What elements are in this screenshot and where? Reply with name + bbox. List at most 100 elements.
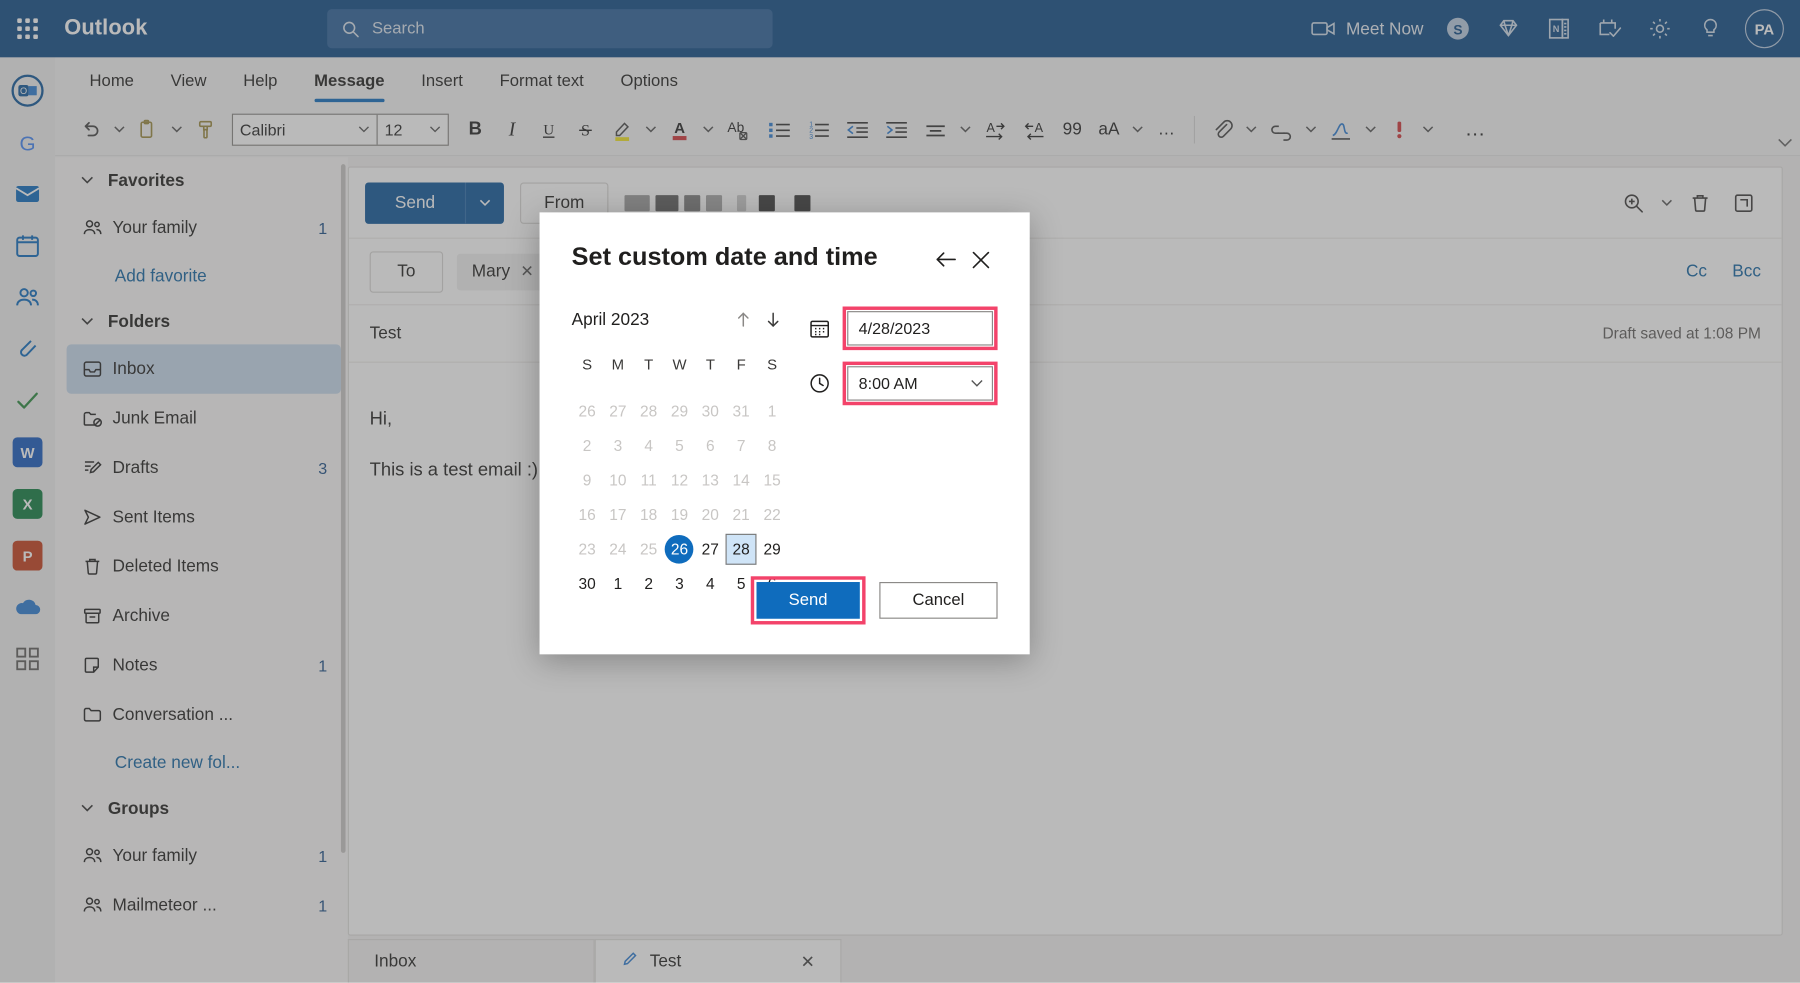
- calendar-day: 12: [664, 463, 695, 497]
- time-select[interactable]: 8:00 AM: [847, 366, 993, 401]
- calendar-day: 31: [726, 394, 757, 428]
- calendar-day-label: 26: [578, 402, 596, 420]
- calendar-day: 5: [664, 428, 695, 462]
- calendar-day-grid: 26 27 28 29 30 31 1 2 3 4 5 6 7 8 9 10 11 12 13 14 15 16 17 18 1…: [572, 394, 788, 601]
- calendar-month-label[interactable]: April 2023: [572, 309, 728, 329]
- calendar-day[interactable]: 26: [664, 532, 695, 566]
- calendar-day-label: 6: [705, 436, 715, 455]
- dialog-send-button[interactable]: Send: [756, 582, 860, 619]
- weekday-label: M: [611, 355, 625, 373]
- calendar-day-label: 23: [578, 540, 596, 558]
- dialog-close-button[interactable]: [963, 242, 997, 276]
- calendar-day-label: 27: [701, 540, 719, 558]
- calendar-day: 10: [602, 463, 633, 497]
- calendar-day: 16: [572, 497, 603, 531]
- calendar-day: 3: [602, 428, 633, 462]
- calendar-day: 4: [633, 428, 664, 462]
- dialog-back-button[interactable]: [929, 242, 963, 276]
- calendar-day[interactable]: 29: [757, 532, 788, 566]
- arrow-down-icon: [767, 312, 778, 327]
- calendar-day-label: 17: [609, 505, 627, 523]
- calendar-day: 13: [695, 463, 726, 497]
- calendar-day-label: 28: [640, 402, 658, 420]
- calendar-day[interactable]: 28: [725, 532, 757, 566]
- calendar-day-label: 29: [670, 402, 689, 420]
- calendar-day-label: 7: [736, 436, 746, 455]
- calendar-day-label: 16: [578, 505, 596, 523]
- calendar-day-label: 18: [640, 505, 658, 523]
- calendar-day[interactable]: 1: [602, 566, 633, 600]
- calendar-day: 22: [757, 497, 788, 531]
- calendar-day-label: 15: [763, 471, 781, 489]
- set-custom-date-time-dialog: Set custom date and time April 2023 S M …: [539, 212, 1030, 655]
- date-field-row: 4/28/2023: [808, 306, 998, 351]
- weekday-label: W: [672, 355, 687, 373]
- calendar-day-label: 4: [705, 574, 715, 592]
- back-arrow-icon: [936, 252, 956, 267]
- weekday-label: T: [644, 355, 654, 373]
- dialog-header: Set custom date and time: [572, 242, 998, 276]
- calendar-day-label: 2: [644, 574, 653, 592]
- calendar-day: 2: [572, 428, 603, 462]
- date-time-fields: 4/28/2023 8:00 AM: [808, 304, 998, 600]
- calendar-day-label: 1: [767, 402, 777, 420]
- calendar-day: 1: [757, 394, 788, 428]
- calendar-day-label: 14: [732, 471, 750, 489]
- weekday-label: S: [767, 355, 778, 373]
- calendar-next-month-button[interactable]: [758, 304, 788, 334]
- calendar-day: 27: [602, 394, 633, 428]
- time-field-row: 8:00 AM: [808, 361, 998, 406]
- calendar-day-label: 21: [732, 505, 750, 523]
- date-picker-calendar: April 2023 S M T W T F S 26 27 28 29 30 …: [572, 304, 788, 600]
- calendar-day-label: 22: [763, 505, 781, 523]
- calendar-day: 14: [726, 463, 757, 497]
- date-field-highlight: 4/28/2023: [842, 306, 998, 351]
- calendar-prev-month-button[interactable]: [728, 304, 758, 334]
- close-icon: [972, 251, 989, 268]
- chevron-down-icon: [971, 380, 983, 387]
- calendar-day-label: 4: [644, 436, 653, 455]
- calendar-day: 19: [664, 497, 695, 531]
- weekday-label: S: [582, 355, 593, 373]
- calendar-day-label: 28: [725, 533, 757, 565]
- calendar-day-label: 27: [609, 402, 627, 420]
- calendar-day[interactable]: 30: [572, 566, 603, 600]
- time-value: 8:00 AM: [858, 374, 918, 393]
- calendar-day: 11: [633, 463, 664, 497]
- calendar-day: 9: [572, 463, 603, 497]
- calendar-day: 26: [572, 394, 603, 428]
- dialog-cancel-button[interactable]: Cancel: [879, 582, 998, 619]
- clock-icon: [808, 372, 842, 395]
- calendar-day-label: 2: [582, 436, 592, 455]
- calendar-day: 23: [572, 532, 603, 566]
- calendar-day-label: 12: [670, 471, 689, 489]
- calendar-day[interactable]: 2: [633, 566, 664, 600]
- calendar-day[interactable]: 4: [695, 566, 726, 600]
- weekday-label: T: [705, 355, 715, 373]
- calendar-day-label: 29: [763, 540, 781, 558]
- calendar-day-label: 5: [736, 574, 746, 592]
- calendar-day: 15: [757, 463, 788, 497]
- calendar-day: 25: [633, 532, 664, 566]
- calendar-day[interactable]: 27: [695, 532, 726, 566]
- calendar-day-label: 24: [609, 540, 627, 558]
- calendar-day-label: 10: [609, 471, 627, 489]
- dialog-body: April 2023 S M T W T F S 26 27 28 29 30 …: [572, 304, 998, 600]
- date-input[interactable]: 4/28/2023: [847, 311, 993, 346]
- calendar-day: 8: [757, 428, 788, 462]
- arrow-up-icon: [737, 312, 749, 327]
- calendar-day-label: 3: [613, 436, 623, 455]
- calendar-day: 21: [726, 497, 757, 531]
- calendar-day: 17: [602, 497, 633, 531]
- calendar-weekday-header: S M T W T F S: [572, 348, 788, 380]
- dialog-footer: Send Cancel: [750, 576, 998, 625]
- calendar-day-label: 19: [670, 505, 689, 523]
- calendar-day-label: 25: [640, 540, 658, 558]
- outlook-window: Outlook Search Meet Now S N PA O G W X P…: [0, 0, 1800, 983]
- calendar-header: April 2023: [572, 304, 788, 334]
- calendar-day[interactable]: 3: [664, 566, 695, 600]
- calendar-day: 18: [633, 497, 664, 531]
- calendar-day-label: 8: [767, 436, 777, 455]
- time-field-highlight: 8:00 AM: [842, 361, 998, 406]
- dialog-send-highlight: Send: [750, 576, 866, 625]
